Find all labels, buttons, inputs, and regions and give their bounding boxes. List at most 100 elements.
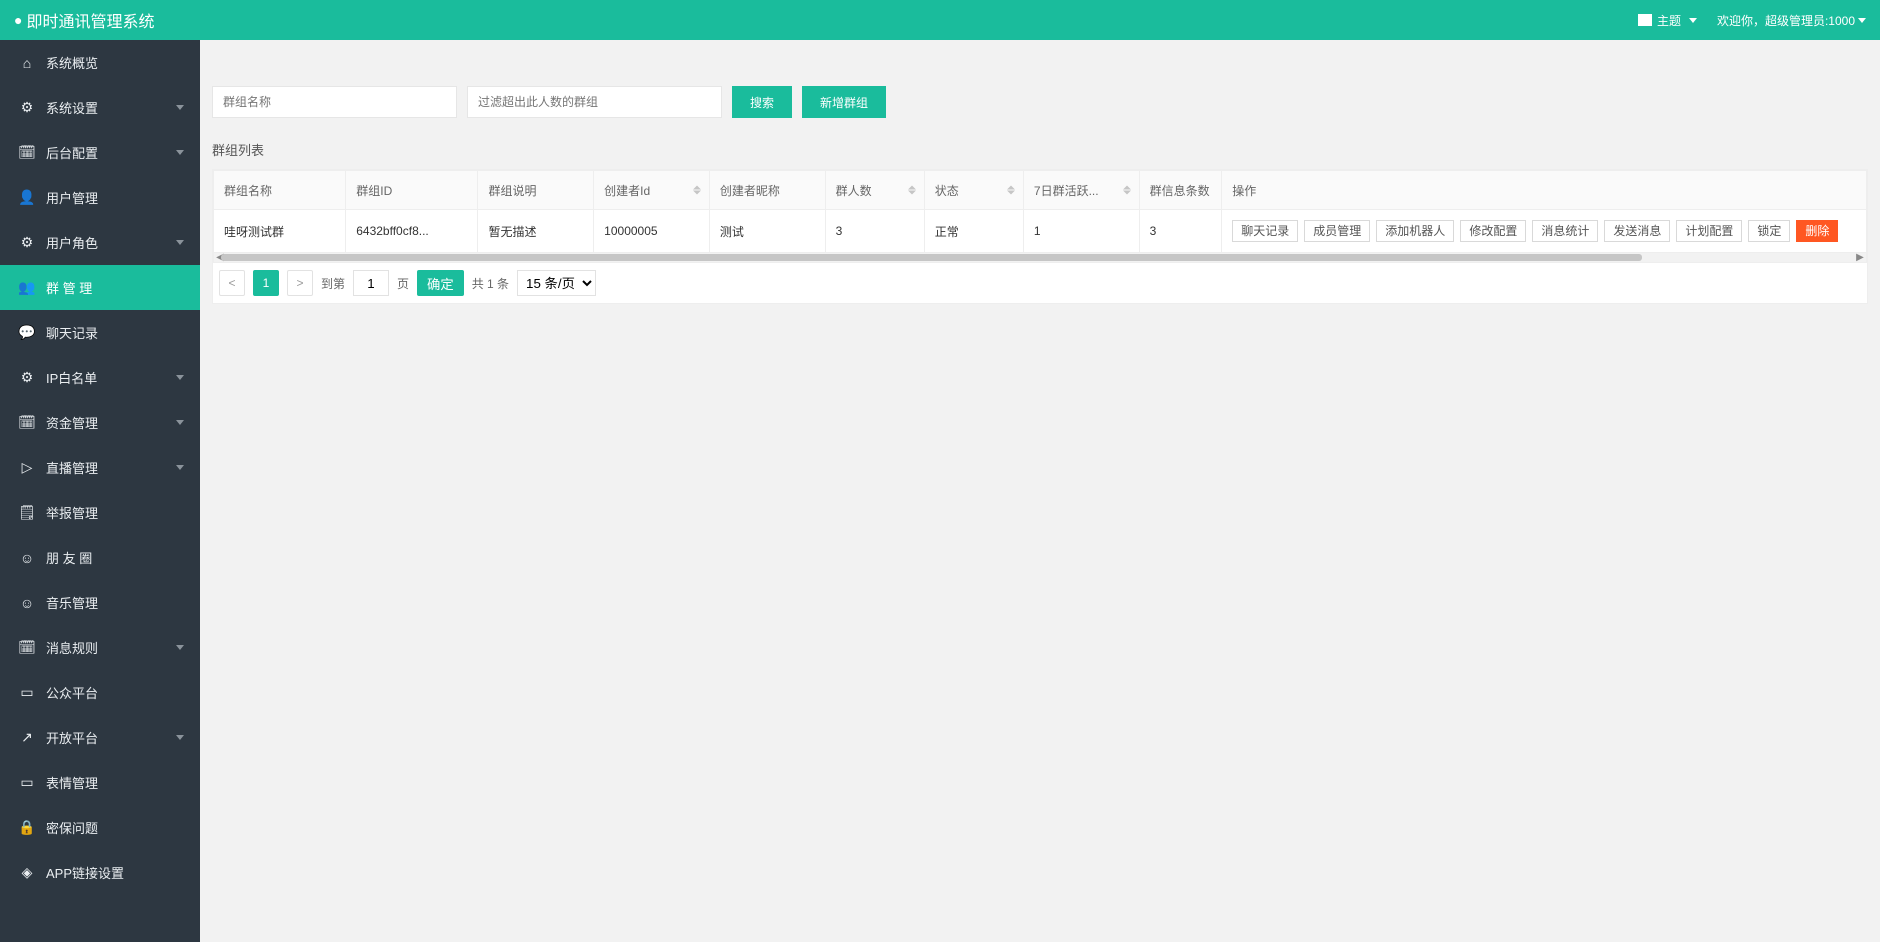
table-cell: 哇呀测试群 xyxy=(214,210,346,253)
sidebar-item[interactable]: ▭ 表情管理 xyxy=(0,760,200,805)
sidebar-item-icon: 💬 xyxy=(18,324,36,341)
sidebar-item[interactable]: 💬聊天记录 xyxy=(0,310,200,355)
row-action-button[interactable]: 聊天记录 xyxy=(1232,220,1298,242)
sidebar-item-icon: 👥 xyxy=(18,279,36,296)
table-cell: 暂无描述 xyxy=(478,210,594,253)
group-name-input[interactable] xyxy=(212,86,457,118)
welcome-text: 欢迎你，超级管理员:1000 xyxy=(1717,12,1855,29)
chevron-down-icon xyxy=(1858,18,1866,23)
sidebar-item[interactable]: ⚙ 用户角色 xyxy=(0,220,200,265)
scroll-right-arrow-icon[interactable]: ▶ xyxy=(1853,253,1867,262)
sidebar-item-label: 资金管理 xyxy=(46,413,182,432)
sidebar-item-label: 公众平台 xyxy=(46,683,182,702)
row-action-button[interactable]: 消息统计 xyxy=(1532,220,1598,242)
column-header: 群组ID xyxy=(346,171,478,210)
table-cell: 3 xyxy=(825,210,924,253)
total-count-label: 共 1 条 xyxy=(472,275,509,292)
row-action-button[interactable]: 添加机器人 xyxy=(1376,220,1454,242)
sidebar-item[interactable]: 👥 群 管 理 xyxy=(0,265,200,310)
column-header[interactable]: 7日群活跃... xyxy=(1023,171,1139,210)
sidebar-item-label: 表情管理 xyxy=(46,773,182,792)
sidebar-item-icon: 🗒 xyxy=(18,504,36,521)
sidebar-item-icon: 🗓 xyxy=(18,639,36,656)
sidebar-item[interactable]: 🗒 举报管理 xyxy=(0,490,200,535)
sidebar-item-label: 用户角色 xyxy=(46,233,182,252)
sidebar-item[interactable]: ⚙ IP白名单 xyxy=(0,355,200,400)
sidebar-item[interactable]: 🔒密保问题 xyxy=(0,805,200,850)
sidebar-item-icon: ⚙ xyxy=(18,369,36,386)
column-header: 操作 xyxy=(1222,171,1867,210)
column-header: 创建者昵称 xyxy=(709,171,825,210)
sidebar-item-icon: 🗓 xyxy=(18,414,36,431)
sidebar-item[interactable]: ⌂系统概览 xyxy=(0,40,200,85)
sidebar-item-label: 群 管 理 xyxy=(46,278,182,297)
member-count-filter-input[interactable] xyxy=(467,86,722,118)
sidebar-item[interactable]: ⚙系统设置 xyxy=(0,85,200,130)
column-header: 群组说明 xyxy=(478,171,594,210)
row-action-button[interactable]: 计划配置 xyxy=(1676,220,1742,242)
sidebar-item-label: 用户管理 xyxy=(46,188,182,207)
sidebar-item[interactable]: 👤 用户管理 xyxy=(0,175,200,220)
row-action-button[interactable]: 删除 xyxy=(1796,220,1838,242)
app-header: ● 即时通讯管理系统 主题 欢迎你，超级管理员:1000 xyxy=(0,0,1880,40)
row-action-button[interactable]: 成员管理 xyxy=(1304,220,1370,242)
group-table-wrap: 群组名称群组ID群组说明创建者Id创建者昵称群人数状态7日群活跃...群信息条数… xyxy=(212,169,1868,304)
goto-confirm-button[interactable]: 确定 xyxy=(417,270,464,296)
column-header: 群组名称 xyxy=(214,171,346,210)
sidebar-item[interactable]: ↗ 开放平台 xyxy=(0,715,200,760)
sidebar-item-label: IP白名单 xyxy=(46,368,182,387)
column-header: 群信息条数 xyxy=(1139,171,1222,210)
sidebar-item[interactable]: 🗓 资金管理 xyxy=(0,400,200,445)
sidebar-item-label: 音乐管理 xyxy=(46,593,182,612)
chevron-down-icon xyxy=(176,150,184,155)
row-action-button[interactable]: 修改配置 xyxy=(1460,220,1526,242)
sidebar-item-icon: ⚙ xyxy=(18,234,36,251)
create-group-button[interactable]: 新增群组 xyxy=(802,86,886,118)
chevron-down-icon xyxy=(176,735,184,740)
sidebar-item-icon: ⚙ xyxy=(18,99,36,116)
sidebar-item-icon: ▭ xyxy=(18,684,36,701)
sidebar-item[interactable]: ▭ 公众平台 xyxy=(0,670,200,715)
table-cell: 正常 xyxy=(924,210,1023,253)
column-header[interactable]: 状态 xyxy=(924,171,1023,210)
sort-icon xyxy=(1007,186,1015,195)
horizontal-scrollbar[interactable]: ◀ ▶ xyxy=(213,253,1867,263)
sidebar-item-label: 举报管理 xyxy=(46,503,182,522)
app-title: 即时通讯管理系统 xyxy=(26,8,154,32)
user-menu[interactable]: 欢迎你，超级管理员:1000 xyxy=(1717,12,1866,29)
page-size-select[interactable]: 15 条/页 xyxy=(517,270,596,296)
sort-icon xyxy=(1123,186,1131,195)
row-action-button[interactable]: 发送消息 xyxy=(1604,220,1670,242)
prev-page-button[interactable]: < xyxy=(219,270,245,296)
chevron-down-icon xyxy=(1689,18,1697,23)
sidebar-item[interactable]: ☺音乐管理 xyxy=(0,580,200,625)
column-header[interactable]: 创建者Id xyxy=(594,171,710,210)
sidebar-item-label: 开放平台 xyxy=(46,728,182,747)
sidebar-item-label: APP链接设置 xyxy=(46,863,182,882)
column-header[interactable]: 群人数 xyxy=(825,171,924,210)
next-page-button[interactable]: > xyxy=(287,270,313,296)
sidebar-item-label: 系统概览 xyxy=(46,53,182,72)
goto-page-input[interactable] xyxy=(353,270,389,296)
sort-icon xyxy=(908,186,916,195)
sidebar-item[interactable]: ▷直播管理 xyxy=(0,445,200,490)
sidebar-item[interactable]: 🗓消息规则 xyxy=(0,625,200,670)
sidebar-item[interactable]: ◈APP链接设置 xyxy=(0,850,200,895)
sidebar-item-icon: ▭ xyxy=(18,774,36,791)
page-number-button[interactable]: 1 xyxy=(253,270,279,296)
sidebar: ⌂系统概览⚙系统设置🗓后台配置 👤 用户管理 ⚙ 用户角色 👥 群 管 理 💬聊天记录 ⚙ IP白… xyxy=(0,40,200,942)
app-logo-dot: ● xyxy=(14,13,22,27)
sidebar-item[interactable]: ☺朋 友 圈 xyxy=(0,535,200,580)
row-action-button[interactable]: 锁定 xyxy=(1748,220,1790,242)
sidebar-item-icon: 👤 xyxy=(18,189,36,206)
sidebar-item[interactable]: 🗓后台配置 xyxy=(0,130,200,175)
table-cell: 3 xyxy=(1139,210,1222,253)
sidebar-item-icon: ↗ xyxy=(18,729,36,746)
scrollbar-thumb[interactable] xyxy=(221,254,1642,261)
search-button[interactable]: 搜索 xyxy=(732,86,792,118)
goto-label: 到第 xyxy=(321,275,345,292)
chevron-down-icon xyxy=(176,645,184,650)
theme-switcher[interactable]: 主题 xyxy=(1638,12,1697,29)
chevron-down-icon xyxy=(176,240,184,245)
chevron-down-icon xyxy=(176,420,184,425)
